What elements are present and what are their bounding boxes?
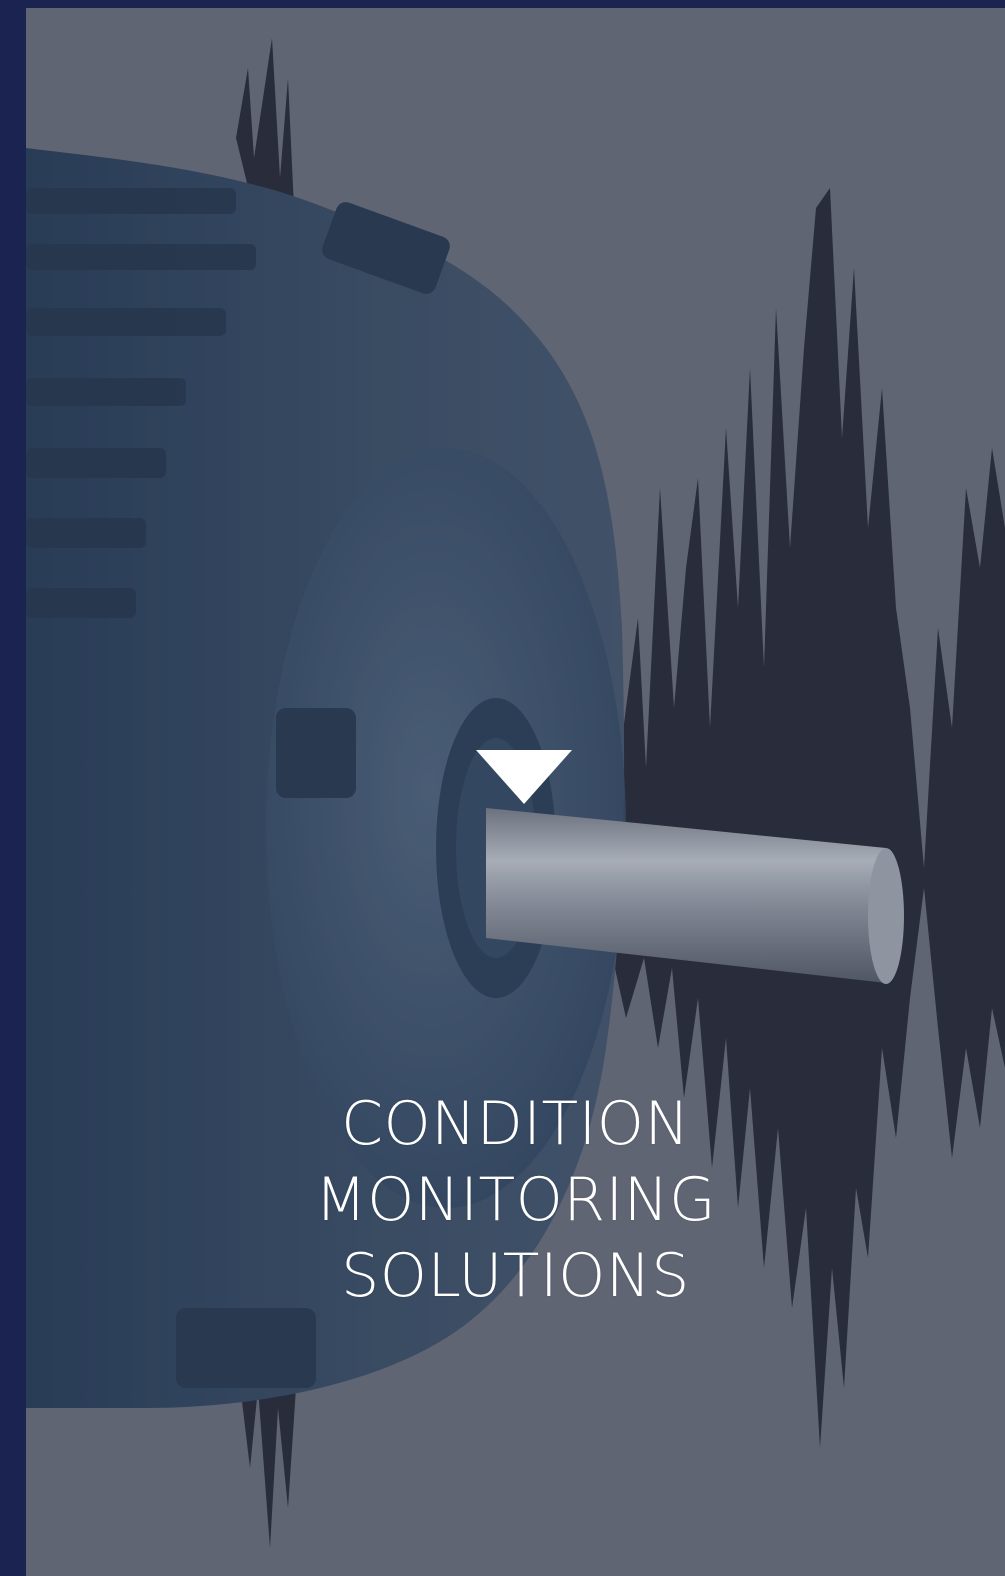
title-line-2: MONITORING bbox=[314, 1165, 717, 1235]
page-frame: CONDITION MONITORING SOLUTIONS bbox=[0, 0, 1005, 1576]
card-title: CONDITION MONITORING SOLUTIONS bbox=[26, 1086, 1005, 1314]
title-line-1: CONDITION bbox=[341, 1089, 690, 1159]
expand-arrow-icon[interactable] bbox=[476, 750, 572, 804]
condition-monitoring-card[interactable]: CONDITION MONITORING SOLUTIONS bbox=[26, 8, 1005, 1576]
title-line-3: SOLUTIONS bbox=[341, 1241, 690, 1311]
